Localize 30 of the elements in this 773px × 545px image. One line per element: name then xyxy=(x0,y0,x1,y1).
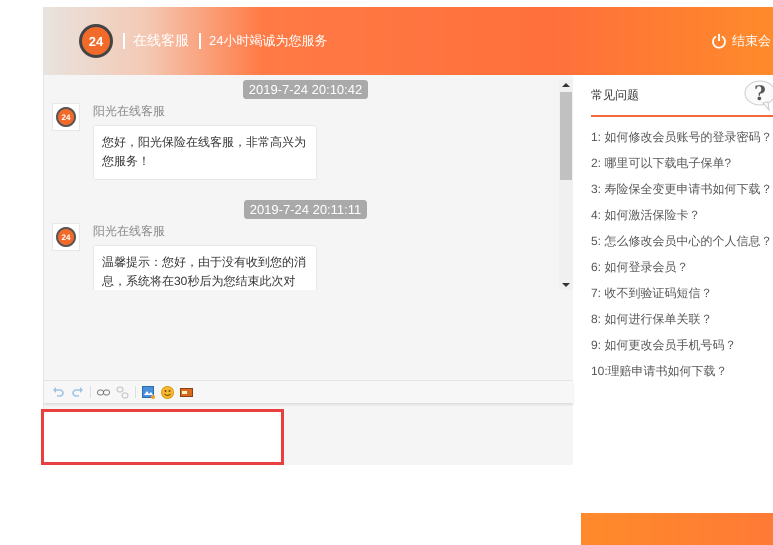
logo-badge: 24 xyxy=(79,24,113,58)
timestamp: 2019-7-24 20:11:11 xyxy=(244,200,368,219)
timestamp: 2019-7-24 20:10:42 xyxy=(242,80,368,99)
agent-avatar: 24 xyxy=(52,223,80,251)
scrollbar[interactable] xyxy=(559,80,573,290)
image-icon[interactable] xyxy=(142,386,155,398)
header-slogan: 24小时竭诚为您服务 xyxy=(209,32,328,50)
message-bubble: 您好，阳光保险在线客服，非常高兴为您服务！ xyxy=(93,125,317,180)
picture-icon[interactable] xyxy=(180,386,193,398)
agent-avatar: 24 xyxy=(52,103,80,131)
faq-link[interactable]: 3: 寿险保全变更申请书如何下载？ xyxy=(591,179,773,205)
faq-link[interactable]: 9: 如何更改会员手机号码？ xyxy=(591,335,773,361)
faq-link[interactable]: 6: 如何登录会员？ xyxy=(591,257,773,283)
scroll-up-icon[interactable] xyxy=(562,80,570,90)
sender-name: 阳光在线客服 xyxy=(93,103,166,120)
scroll-down-icon[interactable] xyxy=(562,280,570,290)
faq-link[interactable]: 2: 哪里可以下载电子保单? xyxy=(591,153,773,179)
message-input[interactable] xyxy=(41,409,284,465)
header-title: 在线客服 xyxy=(133,32,189,50)
message-bubble: 温馨提示：您好，由于没有收到您的消息，系统将在30秒后为您结束此次对 xyxy=(93,245,317,290)
faq-link[interactable]: 8: 如何进行保单关联？ xyxy=(591,309,773,335)
faq-title: 常见问题 xyxy=(591,86,639,104)
faq-link[interactable]: 7: 收不到验证码短信？ xyxy=(591,283,773,309)
smiley-icon[interactable] xyxy=(161,386,174,398)
sender-name: 阳光在线客服 xyxy=(93,223,166,240)
power-icon xyxy=(711,33,727,49)
faq-link[interactable]: 10:理赔申请书如何下载？ xyxy=(591,361,773,387)
faq-link[interactable]: 4: 如何激活保险卡？ xyxy=(591,205,773,231)
faq-link[interactable]: 5: 怎么修改会员中心的个人信息？ xyxy=(591,231,773,257)
faq-link[interactable]: 1: 如何修改会员账号的登录密码？ xyxy=(591,127,773,153)
